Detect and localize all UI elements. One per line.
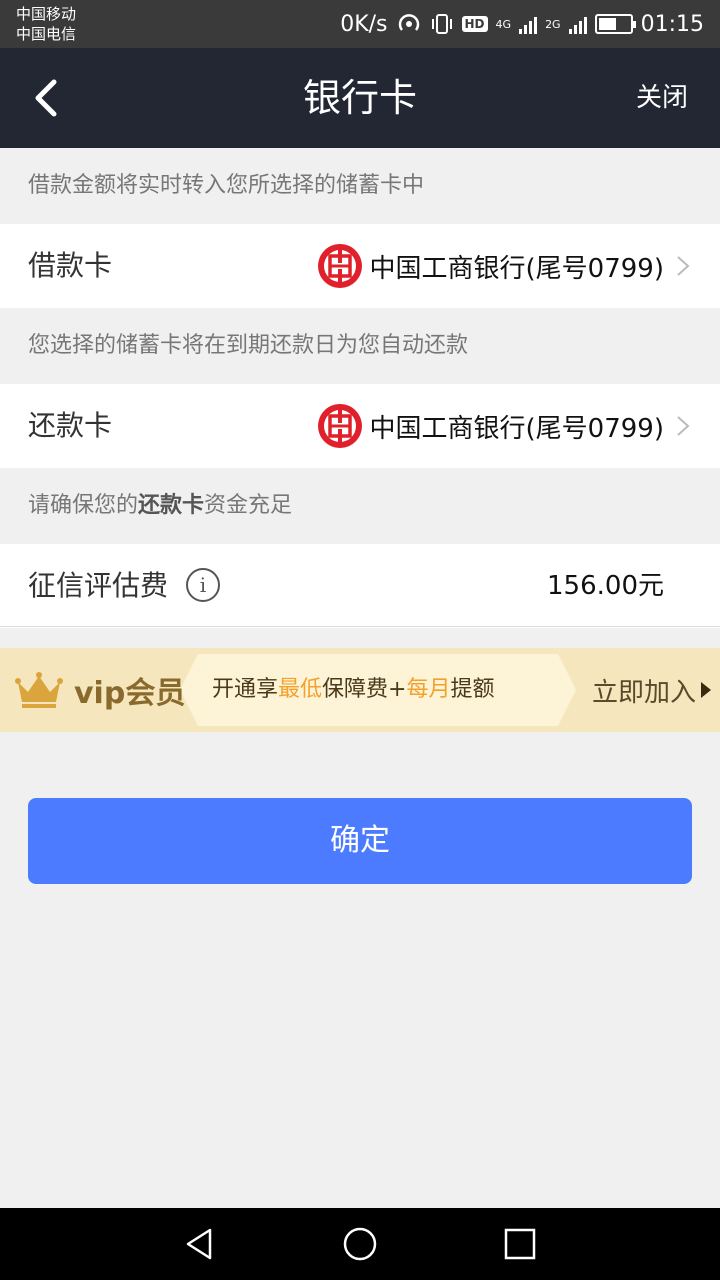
- back-button[interactable]: [22, 74, 70, 122]
- divider: [0, 626, 720, 627]
- system-nav-bar: [0, 1208, 720, 1280]
- clock: 01:15: [640, 11, 704, 37]
- status-icons: 0K/s HD 4G 2G 01:15: [340, 0, 704, 48]
- nav-home-icon[interactable]: [342, 1226, 378, 1262]
- icbc-logo-icon: [317, 244, 362, 288]
- network-4g: 4G: [495, 17, 512, 31]
- vip-title: vip会员: [74, 676, 186, 711]
- back-arrow-icon: [35, 79, 57, 117]
- credit-fee-label: 征信评估费: [28, 569, 169, 602]
- credit-fee-value: 156.00元: [547, 571, 664, 601]
- network-2g: 2G: [545, 17, 561, 31]
- vip-join-button[interactable]: 立即加入: [592, 648, 712, 732]
- chevron-right-icon: [677, 416, 690, 436]
- repay-card-value: 中国工商银行(尾号0799): [316, 384, 664, 468]
- ensure-hint-suffix: 资金充足: [204, 493, 293, 518]
- vip-description: 开通享最低保障费+每月提额: [212, 648, 495, 732]
- hotspot-icon: [398, 14, 419, 31]
- nav-bar: 银行卡 关闭: [0, 48, 720, 148]
- carrier-info: 中国移动 中国电信: [16, 4, 76, 44]
- credit-fee-row: 征信评估费 i 156.00元: [0, 544, 720, 628]
- borrow-card-value: 中国工商银行(尾号0799): [316, 224, 664, 308]
- vip-join-label: 立即加入: [591, 677, 696, 708]
- status-bar: 中国移动 中国电信 0K/s HD 4G 2G 01:15: [0, 0, 720, 48]
- signal-icon: [519, 14, 538, 34]
- borrow-card-row[interactable]: 借款卡 中国工商银行(尾号0799): [0, 224, 720, 308]
- vip-desc-highlight-1: 最低: [278, 677, 323, 702]
- crown-icon: [15, 672, 63, 708]
- close-button[interactable]: 关闭: [636, 48, 688, 148]
- battery-icon: [594, 14, 636, 34]
- borrow-bank-name: 中国工商银行(尾号0799): [369, 253, 664, 284]
- icbc-logo-icon: [317, 404, 362, 448]
- repay-bank-name: 中国工商银行(尾号0799): [369, 413, 664, 444]
- net-speed: 0K/s: [340, 11, 388, 37]
- nav-back-icon[interactable]: [182, 1226, 218, 1262]
- signal-icon: [568, 14, 587, 34]
- hd-badge: HD: [461, 16, 488, 32]
- nav-recent-icon[interactable]: [502, 1226, 538, 1262]
- ensure-hint-bold: 还款卡: [138, 493, 205, 518]
- page-title: 银行卡: [302, 76, 417, 120]
- carrier-2: 中国电信: [16, 25, 77, 43]
- vip-desc-part-2: 保障费+: [322, 677, 407, 702]
- vip-banner[interactable]: vip会员 开通享最低保障费+每月提额 立即加入: [0, 648, 720, 732]
- carrier-1: 中国移动: [16, 5, 77, 23]
- repay-hint: 您选择的储蓄卡将在到期还款日为您自动还款: [28, 333, 469, 358]
- vip-desc-highlight-2: 每月: [406, 677, 451, 702]
- ensure-funds-hint: 请确保您的还款卡资金充足: [0, 468, 720, 544]
- vip-desc-part-3: 提额: [450, 677, 495, 702]
- chevron-right-icon: [677, 256, 690, 276]
- borrow-hint: 借款金额将实时转入您所选择的储蓄卡中: [28, 173, 425, 198]
- triangle-right-icon: [701, 682, 711, 698]
- borrow-card-label: 借款卡: [28, 249, 113, 282]
- info-icon[interactable]: i: [186, 568, 220, 602]
- vip-desc-part-1: 开通享: [212, 677, 279, 702]
- confirm-button[interactable]: 确定: [28, 798, 692, 884]
- vip-badge: vip会员: [14, 648, 185, 732]
- vibrate-icon: [431, 14, 452, 34]
- ensure-hint-prefix: 请确保您的: [28, 493, 139, 518]
- repay-card-row[interactable]: 还款卡 中国工商银行(尾号0799): [0, 384, 720, 468]
- battery-fill: [598, 18, 616, 30]
- repay-card-label: 还款卡: [28, 409, 113, 442]
